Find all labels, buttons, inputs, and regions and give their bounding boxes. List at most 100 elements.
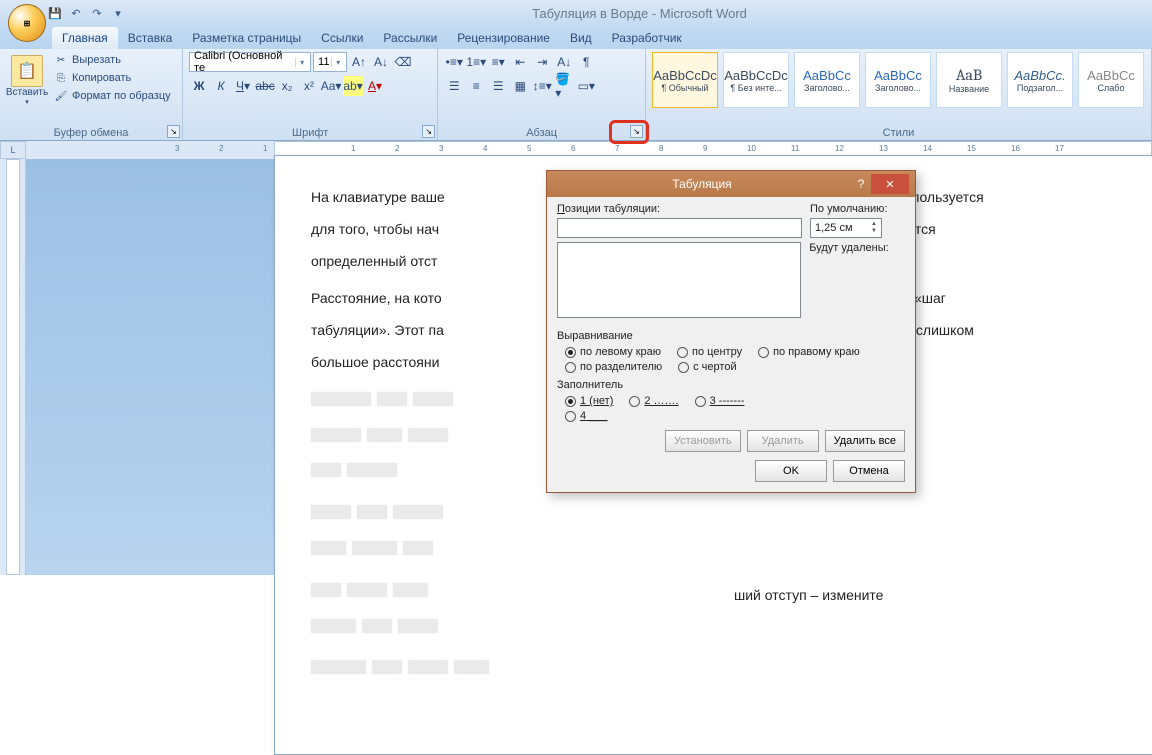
- tab-developer[interactable]: Разработчик: [602, 27, 692, 49]
- default-spinner[interactable]: 1,25 см ▲▼: [810, 218, 882, 238]
- paragraph-launcher[interactable]: ↘: [630, 125, 643, 138]
- italic-button[interactable]: К: [211, 76, 231, 96]
- set-button[interactable]: Установить: [665, 430, 741, 452]
- group-clipboard: 📋 Вставить ▾ ✂Вырезать ⎘Копировать 🖌Форм…: [0, 49, 183, 140]
- leader-dots-radio[interactable]: 2 …….: [629, 395, 678, 407]
- style-nospacing[interactable]: AaBbCcDc¶ Без инте...: [723, 52, 789, 108]
- group-font: Calibri (Основной те▾ 11▾ A↑ A↓ ⌫ Ж К Ч▾…: [183, 49, 438, 140]
- group-styles: AaBbCcDc¶ Обычный AaBbCcDc¶ Без инте... …: [646, 49, 1152, 140]
- vertical-ruler[interactable]: [0, 159, 26, 575]
- cut-button[interactable]: ✂Вырезать: [52, 52, 173, 68]
- align-right-button[interactable]: ☰: [488, 76, 508, 96]
- tab-review[interactable]: Рецензирование: [447, 27, 560, 49]
- quick-access-toolbar: 💾 ↶ ↷ ▾: [46, 4, 127, 22]
- paste-icon: 📋: [11, 55, 43, 87]
- outdent-button[interactable]: ⇤: [510, 52, 530, 72]
- spin-up-icon[interactable]: ▲: [871, 221, 877, 228]
- grow-font-button[interactable]: A↑: [349, 52, 369, 72]
- bullets-button[interactable]: •≡▾: [444, 52, 464, 72]
- clear-format-button[interactable]: ⌫: [393, 52, 413, 72]
- group-styles-label: Стили: [652, 126, 1145, 140]
- alignment-label: Выравнивание: [557, 330, 905, 342]
- dialog-titlebar[interactable]: Табуляция ? ✕: [547, 171, 915, 197]
- font-size-combo[interactable]: 11▾: [313, 52, 347, 72]
- align-right-radio[interactable]: по правому краю: [758, 346, 860, 358]
- pilcrow-button[interactable]: ¶: [576, 52, 596, 72]
- tab-positions-list[interactable]: [557, 242, 801, 318]
- subscript-button[interactable]: x₂: [277, 76, 297, 96]
- indent-button[interactable]: ⇥: [532, 52, 552, 72]
- superscript-button[interactable]: x²: [299, 76, 319, 96]
- tab-view[interactable]: Вид: [560, 27, 602, 49]
- clipboard-launcher[interactable]: ↘: [167, 125, 180, 138]
- underline-button[interactable]: Ч▾: [233, 76, 253, 96]
- title-bar: 💾 ↶ ↷ ▾ Табуляция в Ворде - Microsoft Wo…: [0, 0, 1152, 26]
- copy-button[interactable]: ⎘Копировать: [52, 70, 173, 86]
- style-subtle[interactable]: AaBbCcСлабо: [1078, 52, 1144, 108]
- style-heading2[interactable]: AaBbCcЗаголово...: [865, 52, 931, 108]
- cancel-button[interactable]: Отмена: [833, 460, 905, 482]
- dialog-close-button[interactable]: ✕: [871, 174, 909, 194]
- tab-references[interactable]: Ссылки: [311, 27, 373, 49]
- highlight-button[interactable]: ab▾: [343, 76, 363, 96]
- redo-button[interactable]: ↷: [88, 4, 106, 22]
- format-painter-button[interactable]: 🖌Формат по образцу: [52, 88, 173, 104]
- undo-button[interactable]: ↶: [67, 4, 85, 22]
- default-label: По умолчанию:: [810, 203, 905, 215]
- font-name-combo[interactable]: Calibri (Основной те▾: [189, 52, 311, 72]
- ok-button[interactable]: OK: [755, 460, 827, 482]
- style-subtitle[interactable]: AaBbCc.Подзагол...: [1007, 52, 1073, 108]
- tab-home[interactable]: Главная: [52, 27, 118, 49]
- shrink-font-button[interactable]: A↓: [371, 52, 391, 72]
- multilevel-button[interactable]: ≡▾: [488, 52, 508, 72]
- dialog-help-button[interactable]: ?: [851, 177, 871, 191]
- align-left-button[interactable]: ☰: [444, 76, 464, 96]
- brush-icon: 🖌: [54, 89, 68, 103]
- ribbon: 📋 Вставить ▾ ✂Вырезать ⎘Копировать 🖌Форм…: [0, 49, 1152, 141]
- align-center-button[interactable]: ≡: [466, 76, 486, 96]
- tab-insert[interactable]: Вставка: [118, 27, 183, 49]
- changecase-button[interactable]: Aa▾: [321, 76, 341, 96]
- style-title[interactable]: AaBНазвание: [936, 52, 1002, 108]
- tabs-dialog: Табуляция ? ✕ Позиции табуляции: По умол…: [546, 170, 916, 493]
- numbering-button[interactable]: 1≡▾: [466, 52, 486, 72]
- leader-underline-radio[interactable]: 4 ___: [565, 410, 608, 422]
- tab-selector[interactable]: L: [0, 141, 26, 159]
- sort-button[interactable]: A↓: [554, 52, 574, 72]
- tab-mailings[interactable]: Рассылки: [373, 27, 447, 49]
- strike-button[interactable]: abc: [255, 76, 275, 96]
- window-title: Табуляция в Ворде - Microsoft Word: [127, 6, 1152, 21]
- leader-none-radio[interactable]: 1 (нет): [565, 395, 613, 407]
- qat-dropdown[interactable]: ▾: [109, 4, 127, 22]
- style-heading1[interactable]: AaBbCcЗаголово...: [794, 52, 860, 108]
- tab-pagelayout[interactable]: Разметка страницы: [182, 27, 311, 49]
- will-delete-label: Будут удалены:: [809, 242, 905, 324]
- leader-label: Заполнитель: [557, 379, 905, 391]
- delete-all-button[interactable]: Удалить все: [825, 430, 905, 452]
- group-paragraph-label: Абзац: [444, 126, 639, 140]
- style-normal[interactable]: AaBbCcDc¶ Обычный: [652, 52, 718, 108]
- spin-down-icon[interactable]: ▼: [871, 228, 877, 235]
- align-left-radio[interactable]: по левому краю: [565, 346, 661, 358]
- borders-button[interactable]: ▭▾: [576, 76, 596, 96]
- tab-positions-label: Позиции табуляции:: [557, 203, 802, 215]
- office-button[interactable]: ⊞: [8, 4, 46, 42]
- delete-button[interactable]: Удалить: [747, 430, 819, 452]
- align-bar-radio[interactable]: с чертой: [678, 361, 736, 373]
- shading-button[interactable]: 🪣▾: [554, 76, 574, 96]
- save-button[interactable]: 💾: [46, 4, 64, 22]
- paste-button[interactable]: 📋 Вставить ▾: [6, 52, 48, 118]
- align-justify-button[interactable]: ▦: [510, 76, 530, 96]
- align-center-radio[interactable]: по центру: [677, 346, 742, 358]
- scissors-icon: ✂: [54, 53, 68, 67]
- linespacing-button[interactable]: ↕≡▾: [532, 76, 552, 96]
- dialog-title: Табуляция: [553, 177, 851, 191]
- fontcolor-button[interactable]: A▾: [365, 76, 385, 96]
- group-paragraph: •≡▾ 1≡▾ ≡▾ ⇤ ⇥ A↓ ¶ ☰ ≡ ☰ ▦ ↕≡▾ 🪣▾ ▭▾ Аб…: [438, 49, 646, 140]
- align-decimal-radio[interactable]: по разделителю: [565, 361, 662, 373]
- tab-position-input[interactable]: [557, 218, 802, 238]
- group-font-label: Шрифт: [189, 126, 431, 140]
- font-launcher[interactable]: ↘: [422, 125, 435, 138]
- bold-button[interactable]: Ж: [189, 76, 209, 96]
- leader-dash-radio[interactable]: 3 -------: [695, 395, 745, 407]
